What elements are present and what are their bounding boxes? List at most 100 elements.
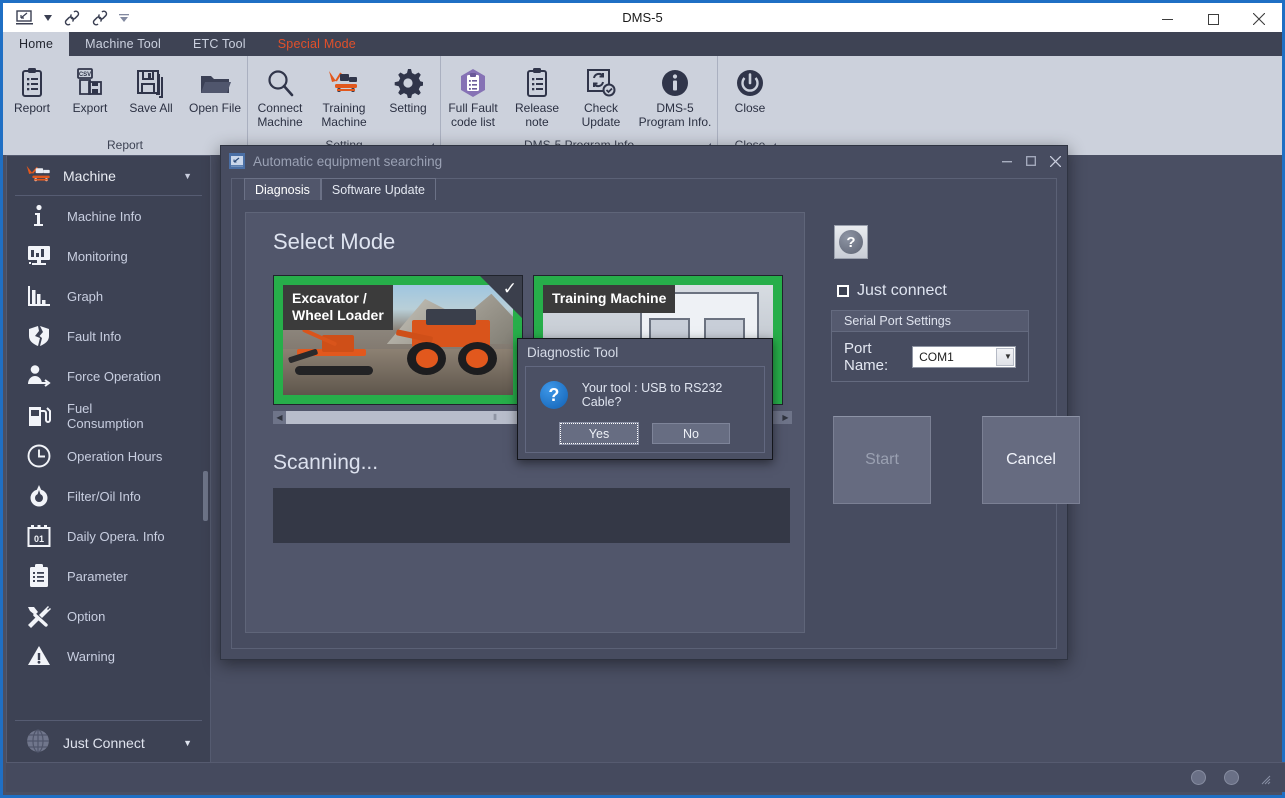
ribbon-button-report[interactable]: Report: [3, 62, 61, 115]
ribbon-label: Check Update: [581, 101, 621, 129]
maximize-icon[interactable]: [1019, 147, 1043, 175]
info-circle-icon: [660, 62, 690, 98]
yes-button[interactable]: Yes: [559, 422, 639, 445]
tab-etc-tool[interactable]: ETC Tool: [177, 32, 262, 56]
app-window-icon: [229, 153, 245, 169]
ribbon-label: Full Fault code list: [448, 101, 498, 129]
connect-link-icon[interactable]: [59, 7, 85, 29]
cancel-button[interactable]: Cancel: [982, 416, 1080, 504]
scroll-left-arrow-icon[interactable]: ◀: [273, 411, 286, 424]
ribbon-button-release-note[interactable]: Release note: [505, 62, 569, 129]
no-button[interactable]: No: [652, 423, 730, 444]
person-arrow-icon: [25, 364, 53, 388]
ribbon-label: Open File: [188, 101, 242, 115]
oil-drop-icon: [25, 484, 53, 508]
ribbon-button-close[interactable]: Close: [718, 62, 782, 115]
scrollbar-grip-icon: ⦀: [493, 412, 498, 422]
ribbon-button-setting[interactable]: Setting: [376, 62, 440, 115]
magnifier-search-icon: [265, 62, 295, 98]
svg-text:CSV: CSV: [79, 72, 91, 78]
port-name-row: Port Name: COM1 ▼: [832, 332, 1028, 381]
floppy-save-icon: [136, 62, 166, 98]
start-button[interactable]: Start: [833, 416, 931, 504]
help-button[interactable]: ?: [834, 225, 868, 259]
sidebar-item-daily-opera-info[interactable]: 01 Daily Opera. Info: [7, 516, 210, 556]
messagebox-content-row: ? Your tool : USB to RS232 Cable?: [526, 367, 764, 409]
mode-card-excavator-wheel-loader[interactable]: Excavator / Wheel Loader ✓: [273, 275, 523, 405]
sidebar-item-fault-info[interactable]: Fault Info: [7, 316, 210, 356]
sidebar-item-monitoring[interactable]: Monitoring: [7, 236, 210, 276]
quick-access-toolbar: [3, 7, 133, 29]
minimize-icon[interactable]: [1144, 3, 1190, 35]
tools-icon: [25, 604, 53, 628]
excavator-track: [294, 366, 373, 376]
connect-link-icon-2[interactable]: [87, 7, 113, 29]
maximize-icon[interactable]: [1190, 3, 1236, 35]
customize-qat-icon[interactable]: [115, 7, 133, 29]
just-connect-checkbox[interactable]: [837, 285, 849, 297]
application-window: DMS-5 Home Machine Tool ETC Tool Special…: [0, 0, 1285, 798]
ribbon-label: DMS-5 Program Info.: [638, 101, 712, 129]
sidebar-item-warning[interactable]: Warning: [7, 636, 210, 676]
card-caption: Training Machine: [543, 285, 676, 313]
chevron-down-icon[interactable]: ▼: [996, 347, 1014, 366]
gear-icon: [393, 62, 423, 98]
tab-home[interactable]: Home: [3, 32, 70, 56]
sidebar-scrollbar[interactable]: [203, 471, 208, 521]
minimize-icon[interactable]: [995, 147, 1019, 175]
loader-cab: [425, 309, 477, 325]
ribbon-button-training-machine[interactable]: Training Machine: [312, 62, 376, 129]
sidebar-item-machine-info[interactable]: Machine Info: [7, 196, 210, 236]
tab-special-mode[interactable]: Special Mode: [262, 32, 372, 56]
svg-text:01: 01: [34, 534, 44, 544]
sidebar-item-graph[interactable]: Graph: [7, 276, 210, 316]
ribbon-group-report: Report CSV Export Save All Open File Rep…: [3, 56, 247, 155]
connection-settings-panel: ? Just connect Serial Port Settings Port…: [817, 212, 1080, 633]
sidebar-item-parameter[interactable]: Parameter: [7, 556, 210, 596]
sidebar-item-fuel-consumption[interactable]: Fuel Consumption: [7, 396, 210, 436]
csv-export-icon: CSV: [76, 62, 104, 98]
ribbon-button-full-fault-code-list[interactable]: Full Fault code list: [441, 62, 505, 129]
port-name-label: Port Name:: [844, 339, 889, 374]
serial-port-settings-title: Serial Port Settings: [832, 311, 1028, 332]
ribbon-button-connect-machine[interactable]: Connect Machine: [248, 62, 312, 129]
sidebar-footer-just-connect[interactable]: Just Connect ▼: [15, 720, 202, 764]
sidebar-item-label: Parameter: [67, 568, 128, 584]
resize-grip-icon[interactable]: [1257, 771, 1271, 785]
chevron-down-icon[interactable]: ▼: [183, 171, 192, 181]
tab-diagnosis[interactable]: Diagnosis: [244, 178, 321, 200]
folder-open-icon: [199, 62, 231, 98]
sidebar-item-operation-hours[interactable]: Operation Hours: [7, 436, 210, 476]
window-mode-icon[interactable]: [11, 7, 37, 29]
excavator-icon: [25, 164, 53, 187]
tab-machine-tool[interactable]: Machine Tool: [69, 32, 177, 56]
just-connect-checkbox-row[interactable]: Just connect: [837, 282, 947, 300]
ribbon-button-open-file[interactable]: Open File: [183, 62, 247, 115]
window-title: DMS-5: [622, 10, 663, 25]
port-name-select[interactable]: COM1 ▼: [912, 345, 1016, 368]
sidebar-item-filter-oil-info[interactable]: Filter/Oil Info: [7, 476, 210, 516]
excavator-cab: [322, 334, 355, 353]
chevron-down-icon[interactable]: ▼: [183, 738, 192, 748]
close-icon[interactable]: [1236, 3, 1282, 35]
calendar-01-icon: 01: [25, 524, 53, 548]
dropdown-caret-icon[interactable]: [39, 7, 57, 29]
sidebar-item-label: Daily Opera. Info: [67, 528, 165, 544]
fuel-pump-icon: [25, 404, 53, 428]
sidebar-item-option[interactable]: Option: [7, 596, 210, 636]
ribbon-button-dms5-program-info[interactable]: DMS-5 Program Info.: [633, 62, 717, 129]
close-icon[interactable]: [1043, 147, 1067, 175]
dialog-titlebar: Automatic equipment searching: [221, 146, 1067, 176]
ribbon-button-export[interactable]: CSV Export: [61, 62, 119, 115]
ribbon-button-save-all[interactable]: Save All: [119, 62, 183, 115]
ribbon-button-check-update[interactable]: Check Update: [569, 62, 633, 129]
sidebar-item-force-operation[interactable]: Force Operation: [7, 356, 210, 396]
ribbon-label: Release note: [514, 101, 560, 129]
card-caption: Excavator / Wheel Loader: [283, 285, 393, 330]
ribbon-group-dms5-program-info: Full Fault code list Release note Check …: [440, 56, 717, 155]
tab-software-update[interactable]: Software Update: [320, 178, 436, 200]
window-controls: [1144, 3, 1282, 35]
sidebar-header-machine[interactable]: Machine ▼: [15, 156, 202, 196]
scroll-right-arrow-icon[interactable]: ▶: [779, 411, 792, 424]
monitor-chart-icon: [25, 244, 53, 268]
